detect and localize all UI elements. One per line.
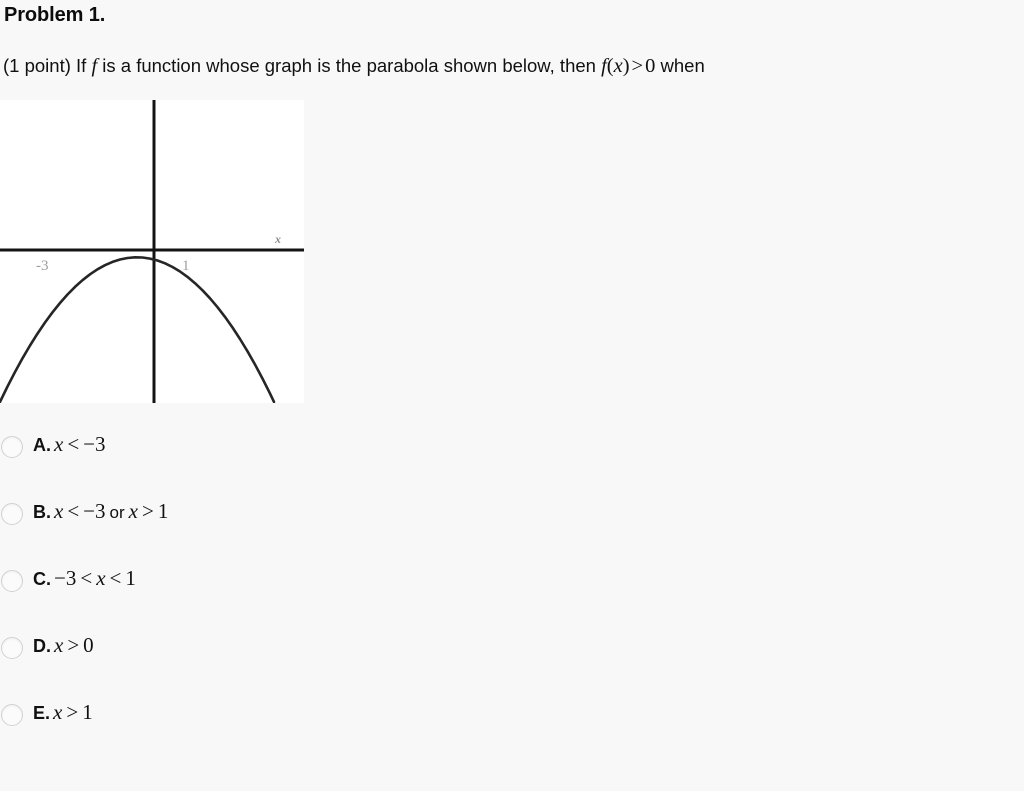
expr-open-paren: ( xyxy=(606,55,614,77)
choice-expression-e: x >1 xyxy=(53,700,93,724)
choice-label-d[interactable]: D. x >0 xyxy=(33,633,94,658)
root-label-one: 1 xyxy=(182,258,190,274)
choice-b-rhs2: 1 xyxy=(157,499,169,523)
expr-x: x xyxy=(613,55,623,77)
choice-c-relation2: < xyxy=(109,566,122,590)
choice-row-d[interactable]: D. x >0 xyxy=(0,625,620,692)
function-symbol-f: f xyxy=(91,55,98,77)
choice-e-lhs: x xyxy=(53,700,63,724)
radio-button-a[interactable] xyxy=(1,436,23,458)
parabola-graph-svg: x -3 1 xyxy=(0,100,304,403)
answer-choices-list: A. x < −3 B. x < −3 or x >1 C. −3 < x <1 D. x >0 E. x >1 xyxy=(0,424,620,759)
choice-expression-a: x < −3 xyxy=(54,432,106,456)
choice-a-lhs: x xyxy=(54,432,64,456)
choice-letter-e: E. xyxy=(33,703,51,723)
choice-a-relation: < xyxy=(67,432,80,456)
parabola-graph-figure: x -3 1 xyxy=(0,100,304,403)
choice-b-rhs: −3 xyxy=(83,499,106,523)
choice-c-rhs: x xyxy=(96,566,106,590)
choice-d-relation: > xyxy=(67,633,80,657)
choice-expression-c: −3 < x <1 xyxy=(54,566,136,590)
choice-d-lhs: x xyxy=(54,633,64,657)
expr-close-paren: ) xyxy=(622,55,630,77)
page-title: Problem 1. xyxy=(4,4,106,26)
choice-c-relation: < xyxy=(80,566,93,590)
choice-expression-d: x >0 xyxy=(54,633,94,657)
choice-b-relation2: > xyxy=(141,499,154,523)
choice-d-rhs: 0 xyxy=(83,633,94,657)
x-axis-label: x xyxy=(274,232,281,246)
choice-row-c[interactable]: C. −3 < x <1 xyxy=(0,558,620,625)
choice-label-e[interactable]: E. x >1 xyxy=(33,700,93,725)
radio-button-b[interactable] xyxy=(1,503,23,525)
expr-zero: 0 xyxy=(645,55,656,77)
choice-b-conjunction: or xyxy=(109,503,125,522)
choice-letter-d: D. xyxy=(33,636,51,656)
problem-page: Problem 1. (1 point) If f is a function … xyxy=(0,0,1024,791)
question-statement: (1 point) If f is a function whose graph… xyxy=(3,54,705,79)
choice-b-lhs2: x xyxy=(128,499,138,523)
choice-c-lhs: −3 xyxy=(54,566,77,590)
radio-button-e[interactable] xyxy=(1,704,23,726)
choice-expression-b: x < −3 or x >1 xyxy=(54,499,168,523)
root-label-minus-three: -3 xyxy=(36,258,49,274)
choice-row-a[interactable]: A. x < −3 xyxy=(0,424,620,491)
choice-label-c[interactable]: C. −3 < x <1 xyxy=(33,566,136,591)
choice-row-e[interactable]: E. x >1 xyxy=(0,692,620,759)
choice-letter-a: A. xyxy=(33,435,51,455)
inequality-expression: f(x)>0 xyxy=(601,55,655,77)
points-label: (1 point) xyxy=(3,55,71,76)
radio-button-d[interactable] xyxy=(1,637,23,659)
choice-a-rhs: −3 xyxy=(83,432,106,456)
question-text-1: If xyxy=(76,55,87,76)
choice-e-relation: > xyxy=(66,700,79,724)
choice-b-relation: < xyxy=(67,499,80,523)
choice-e-rhs: 1 xyxy=(82,700,93,724)
choice-b-lhs: x xyxy=(54,499,64,523)
question-text-3: when xyxy=(660,55,705,76)
choice-letter-c: C. xyxy=(33,569,51,589)
choice-label-a[interactable]: A. x < −3 xyxy=(33,432,106,457)
choice-c-rhs2: 1 xyxy=(125,566,136,590)
question-text-2: is a function whose graph is the parabol… xyxy=(102,55,596,76)
choice-letter-b: B. xyxy=(33,502,51,522)
choice-row-b[interactable]: B. x < −3 or x >1 xyxy=(0,491,620,558)
choice-label-b[interactable]: B. x < −3 or x >1 xyxy=(33,499,168,524)
radio-button-c[interactable] xyxy=(1,570,23,592)
expr-relation: > xyxy=(631,55,644,77)
